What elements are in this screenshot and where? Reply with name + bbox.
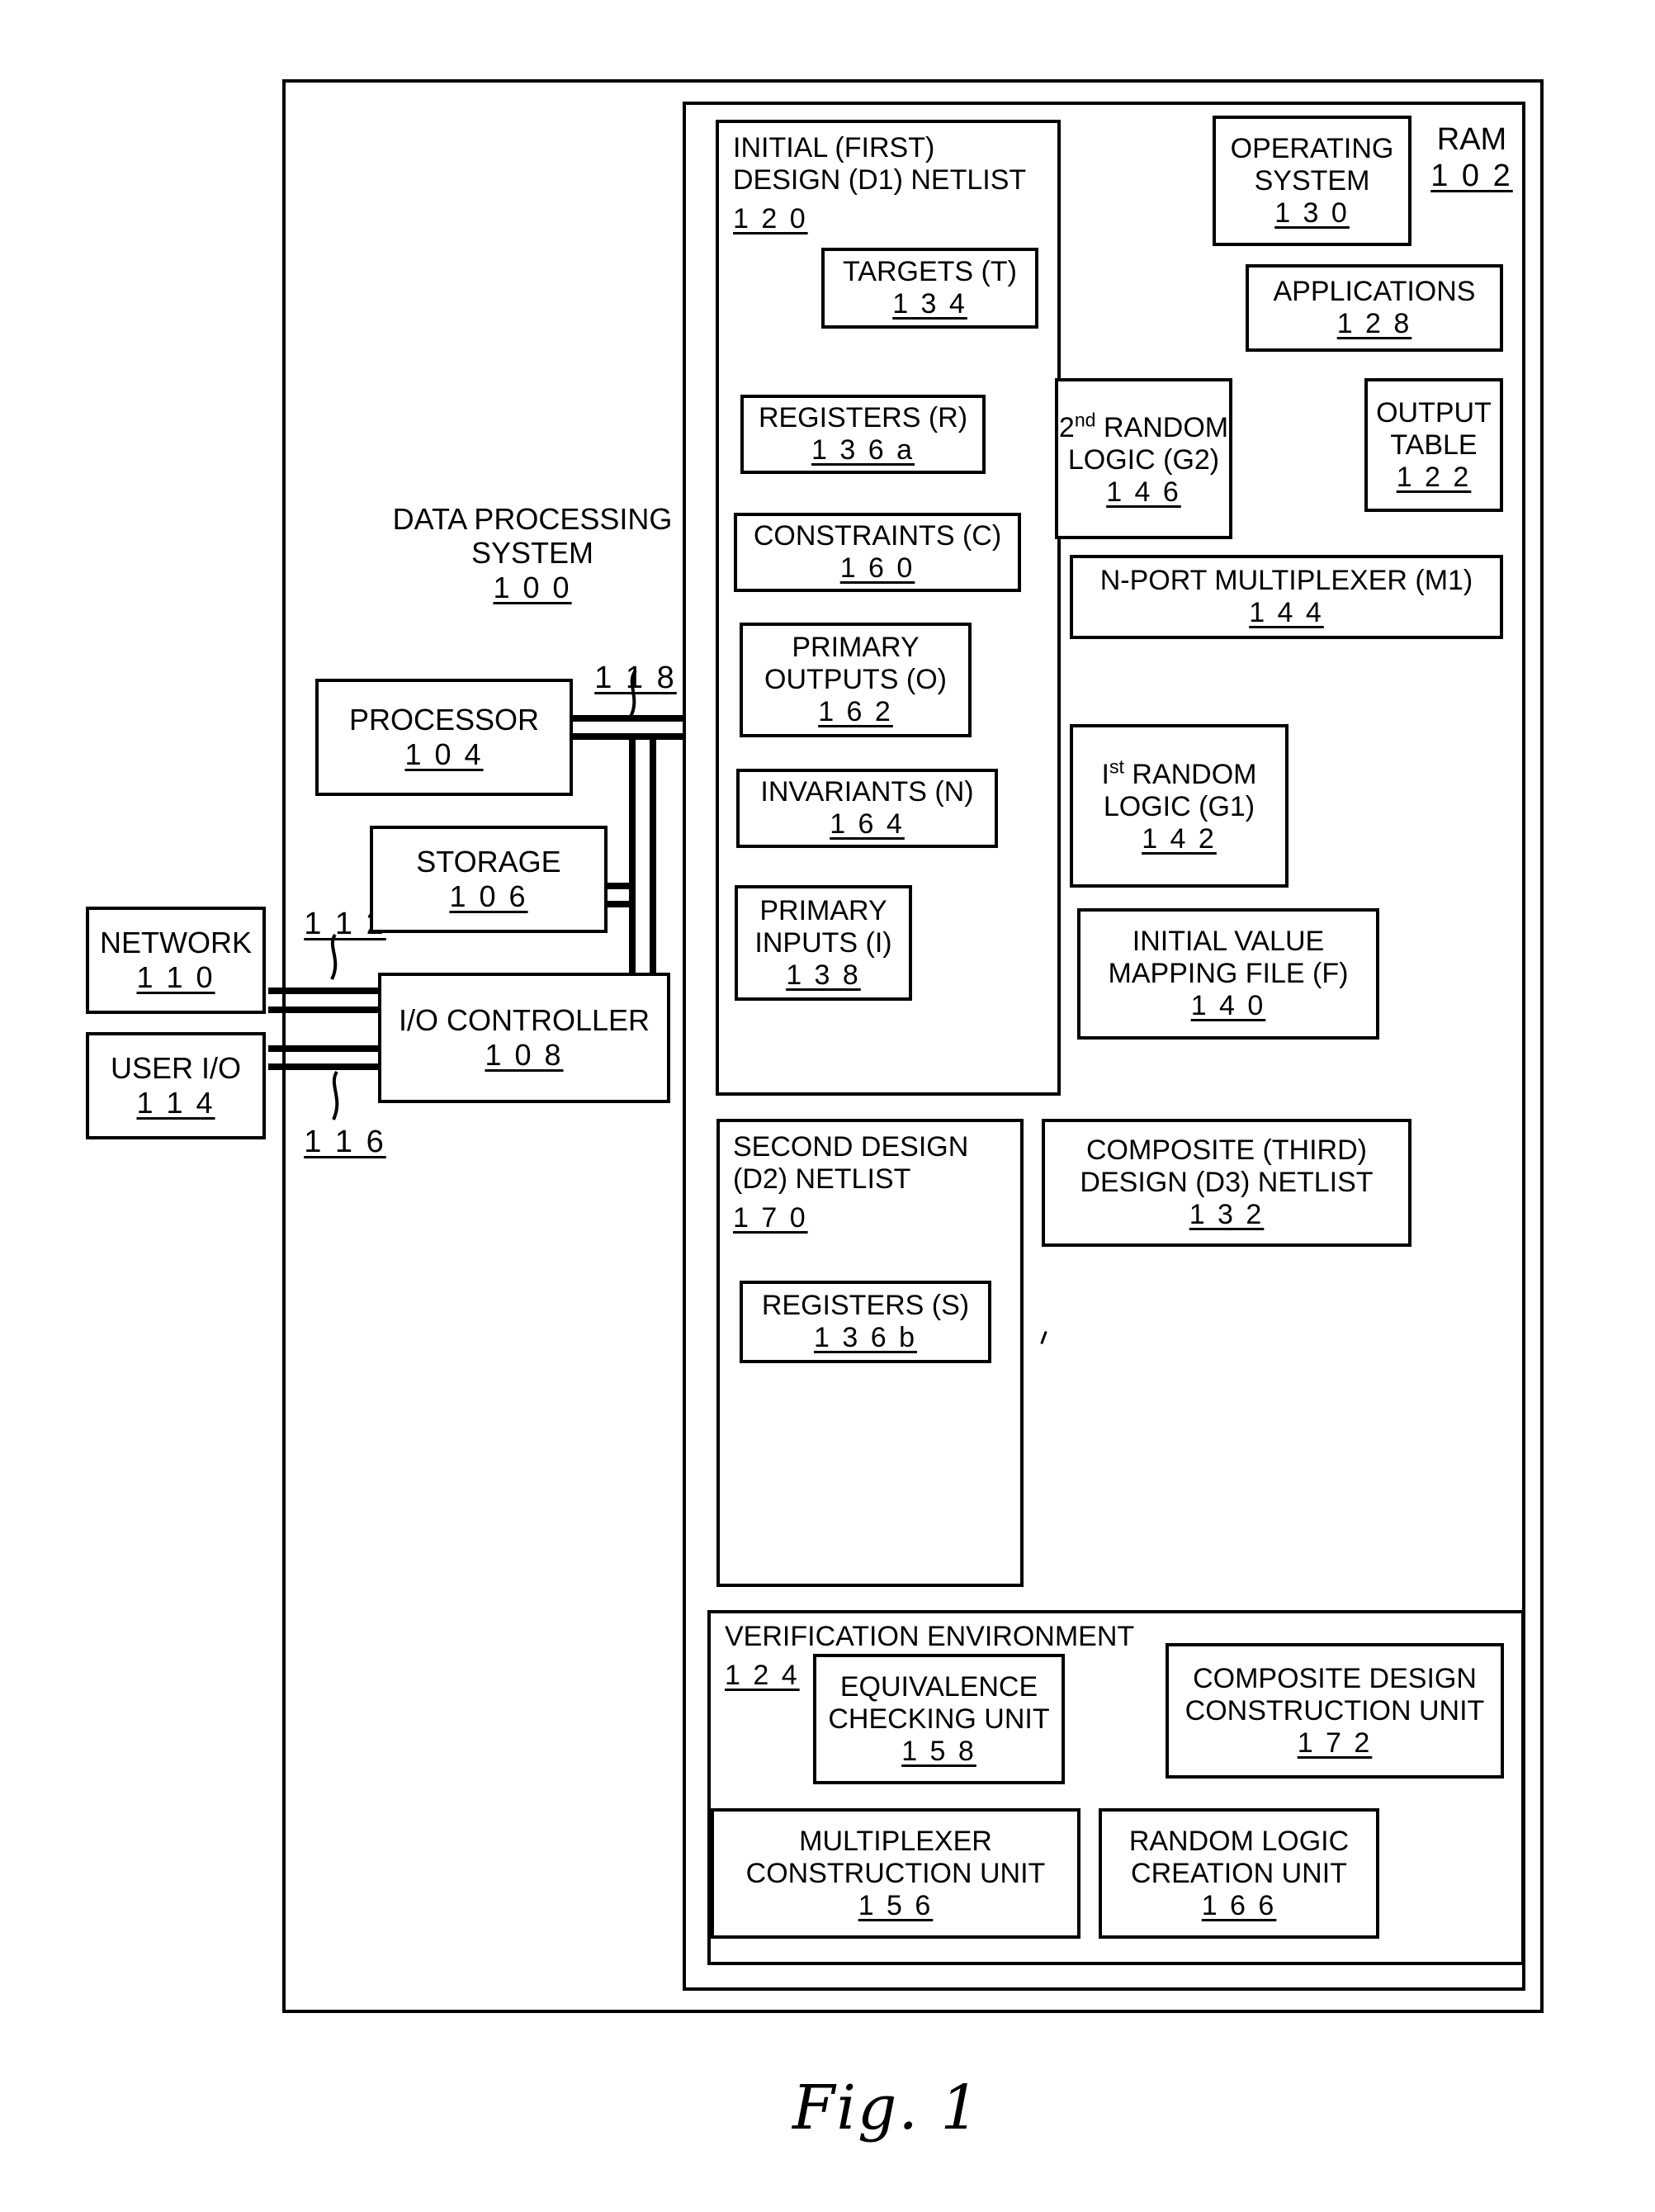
- second-design-d2-label: SECOND DESIGN (D2) NETLIST 1 7 0: [733, 1131, 969, 1234]
- bus-line-vert-b: [650, 733, 656, 1002]
- output-table-box[interactable]: OUTPUT TABLE 1 2 2: [1364, 378, 1503, 512]
- network-ref: 1 1 0: [136, 960, 215, 994]
- ref-118: 1 1 8: [594, 661, 677, 695]
- registers-r-ref: 1 3 6 a: [811, 434, 915, 466]
- constraints-ref: 1 6 0: [839, 552, 915, 584]
- primary-outputs-ref: 1 6 2: [818, 696, 893, 727]
- data-processing-system-ref: 1 0 0: [493, 570, 572, 604]
- bus-line-top-b: [571, 733, 683, 740]
- storage-ref: 1 0 6: [449, 879, 528, 913]
- initial-design-d1-ref: 1 2 0: [733, 203, 808, 234]
- io-controller-box[interactable]: I/O CONTROLLER 1 0 8: [378, 973, 670, 1103]
- ref-116: 1 1 6: [304, 1125, 386, 1159]
- invariants-box[interactable]: INVARIANTS (N) 1 6 4: [736, 769, 998, 848]
- operating-system-ref: 1 3 0: [1274, 197, 1350, 229]
- second-random-logic-ref: 1 4 6: [1106, 476, 1181, 508]
- composite-design-d3-ref: 1 3 2: [1189, 1199, 1265, 1230]
- initial-value-mapping-file-ref: 1 4 0: [1190, 990, 1266, 1021]
- processor-label: PROCESSOR: [348, 703, 540, 737]
- equivalence-checking-unit-box[interactable]: EQUIVALENCE CHECKING UNIT 1 5 8: [813, 1654, 1065, 1784]
- primary-inputs-box[interactable]: PRIMARY INPUTS (I) 1 3 8: [735, 885, 912, 1001]
- output-table-ref: 1 2 2: [1396, 461, 1472, 493]
- network-box[interactable]: NETWORK 1 1 0: [86, 907, 266, 1014]
- first-random-logic-ref: 1 4 2: [1142, 823, 1217, 855]
- first-random-logic-line1: Ist RANDOM: [1101, 755, 1257, 791]
- ram-label-group: RAM 1 0 2: [1426, 122, 1518, 194]
- operating-system-box[interactable]: OPERATING SYSTEM 1 3 0: [1213, 116, 1411, 246]
- primary-inputs-ref: 1 3 8: [786, 959, 861, 991]
- registers-s-box[interactable]: REGISTERS (S) 1 3 6 b: [740, 1281, 991, 1363]
- bus-line-storage-b: [606, 901, 632, 907]
- ref-116-leader: [332, 1070, 339, 1120]
- bus-line-userio-a: [268, 1045, 380, 1052]
- primary-outputs-box[interactable]: PRIMARY OUTPUTS (O) 1 6 2: [740, 623, 972, 737]
- storage-box[interactable]: STORAGE 1 0 6: [370, 826, 608, 933]
- storage-label: STORAGE: [416, 845, 561, 879]
- random-logic-creation-unit-box[interactable]: RANDOM LOGIC CREATION UNIT 1 6 6: [1099, 1808, 1379, 1939]
- verification-environment-label: VERIFICATION ENVIRONMENT: [725, 1621, 1135, 1652]
- multiplexer-construction-unit-ref: 1 5 6: [858, 1889, 934, 1921]
- multiplexer-construction-unit-box[interactable]: MULTIPLEXER CONSTRUCTION UNIT 1 5 6: [711, 1808, 1080, 1939]
- bus-line-storage-a: [606, 883, 632, 889]
- user-io-label: USER I/O: [110, 1051, 242, 1085]
- processor-ref: 1 0 4: [404, 737, 484, 771]
- bus-line-vert-a: [629, 733, 636, 1002]
- composite-design-d3-box[interactable]: COMPOSITE (THIRD) DESIGN (D3) NETLIST 1 …: [1042, 1119, 1411, 1247]
- equivalence-checking-unit-ref: 1 5 8: [901, 1735, 976, 1767]
- ram-ref: 1 0 2: [1430, 158, 1513, 193]
- user-io-box[interactable]: USER I/O 1 1 4: [86, 1032, 266, 1139]
- initial-design-d1-label: INITIAL (FIRST) DESIGN (D1) NETLIST 1 2 …: [733, 132, 1027, 234]
- bus-line-network-a: [268, 988, 380, 994]
- n-port-multiplexer-box[interactable]: N-PORT MULTIPLEXER (M1) 1 4 4: [1070, 555, 1503, 639]
- second-random-logic-box[interactable]: 2nd RANDOM LOGIC (G2) 1 4 6: [1055, 378, 1232, 539]
- ram-label: RAM: [1436, 122, 1507, 157]
- targets-ref: 1 3 4: [892, 288, 967, 320]
- second-design-d2-ref: 1 7 0: [733, 1202, 808, 1234]
- data-processing-system-title: DATA PROCESSING SYSTEM 1 0 0: [376, 502, 689, 604]
- targets-box[interactable]: TARGETS (T) 1 3 4: [821, 248, 1038, 329]
- second-random-logic-line1: 2nd RANDOM: [1058, 409, 1229, 443]
- initial-value-mapping-file-box[interactable]: INITIAL VALUE MAPPING FILE (F) 1 4 0: [1077, 908, 1379, 1040]
- network-label: NETWORK: [100, 926, 252, 959]
- user-io-ref: 1 1 4: [136, 1086, 215, 1120]
- applications-box[interactable]: APPLICATIONS 1 2 8: [1246, 264, 1503, 352]
- applications-ref: 1 2 8: [1336, 308, 1412, 339]
- io-controller-ref: 1 0 8: [485, 1038, 564, 1072]
- patent-figure-sheet: DATA PROCESSING SYSTEM 1 0 0 1 1 8 1 1 2…: [0, 0, 1655, 2212]
- composite-design-construction-unit-ref: 1 7 2: [1297, 1726, 1373, 1759]
- processor-box[interactable]: PROCESSOR 1 0 4: [315, 679, 573, 796]
- bus-line-network-b: [268, 1007, 380, 1013]
- n-port-multiplexer-ref: 1 4 4: [1249, 597, 1324, 628]
- constraints-box[interactable]: CONSTRAINTS (C) 1 6 0: [734, 513, 1021, 592]
- verification-environment-ref: 1 2 4: [725, 1660, 800, 1691]
- first-random-logic-box[interactable]: Ist RANDOM LOGIC (G1) 1 4 2: [1070, 724, 1289, 888]
- registers-s-ref: 1 3 6 b: [814, 1322, 917, 1353]
- random-logic-creation-unit-ref: 1 6 6: [1201, 1889, 1277, 1921]
- composite-design-construction-unit-box[interactable]: COMPOSITE DESIGN CONSTRUCTION UNIT 1 7 2: [1166, 1643, 1504, 1779]
- registers-r-box[interactable]: REGISTERS (R) 1 3 6 a: [740, 395, 986, 474]
- bus-line-userio-b: [268, 1063, 380, 1070]
- figure-caption: Fig. 1: [792, 2072, 981, 2143]
- io-controller-label: I/O CONTROLLER: [398, 1003, 650, 1037]
- invariants-ref: 1 6 4: [830, 808, 905, 840]
